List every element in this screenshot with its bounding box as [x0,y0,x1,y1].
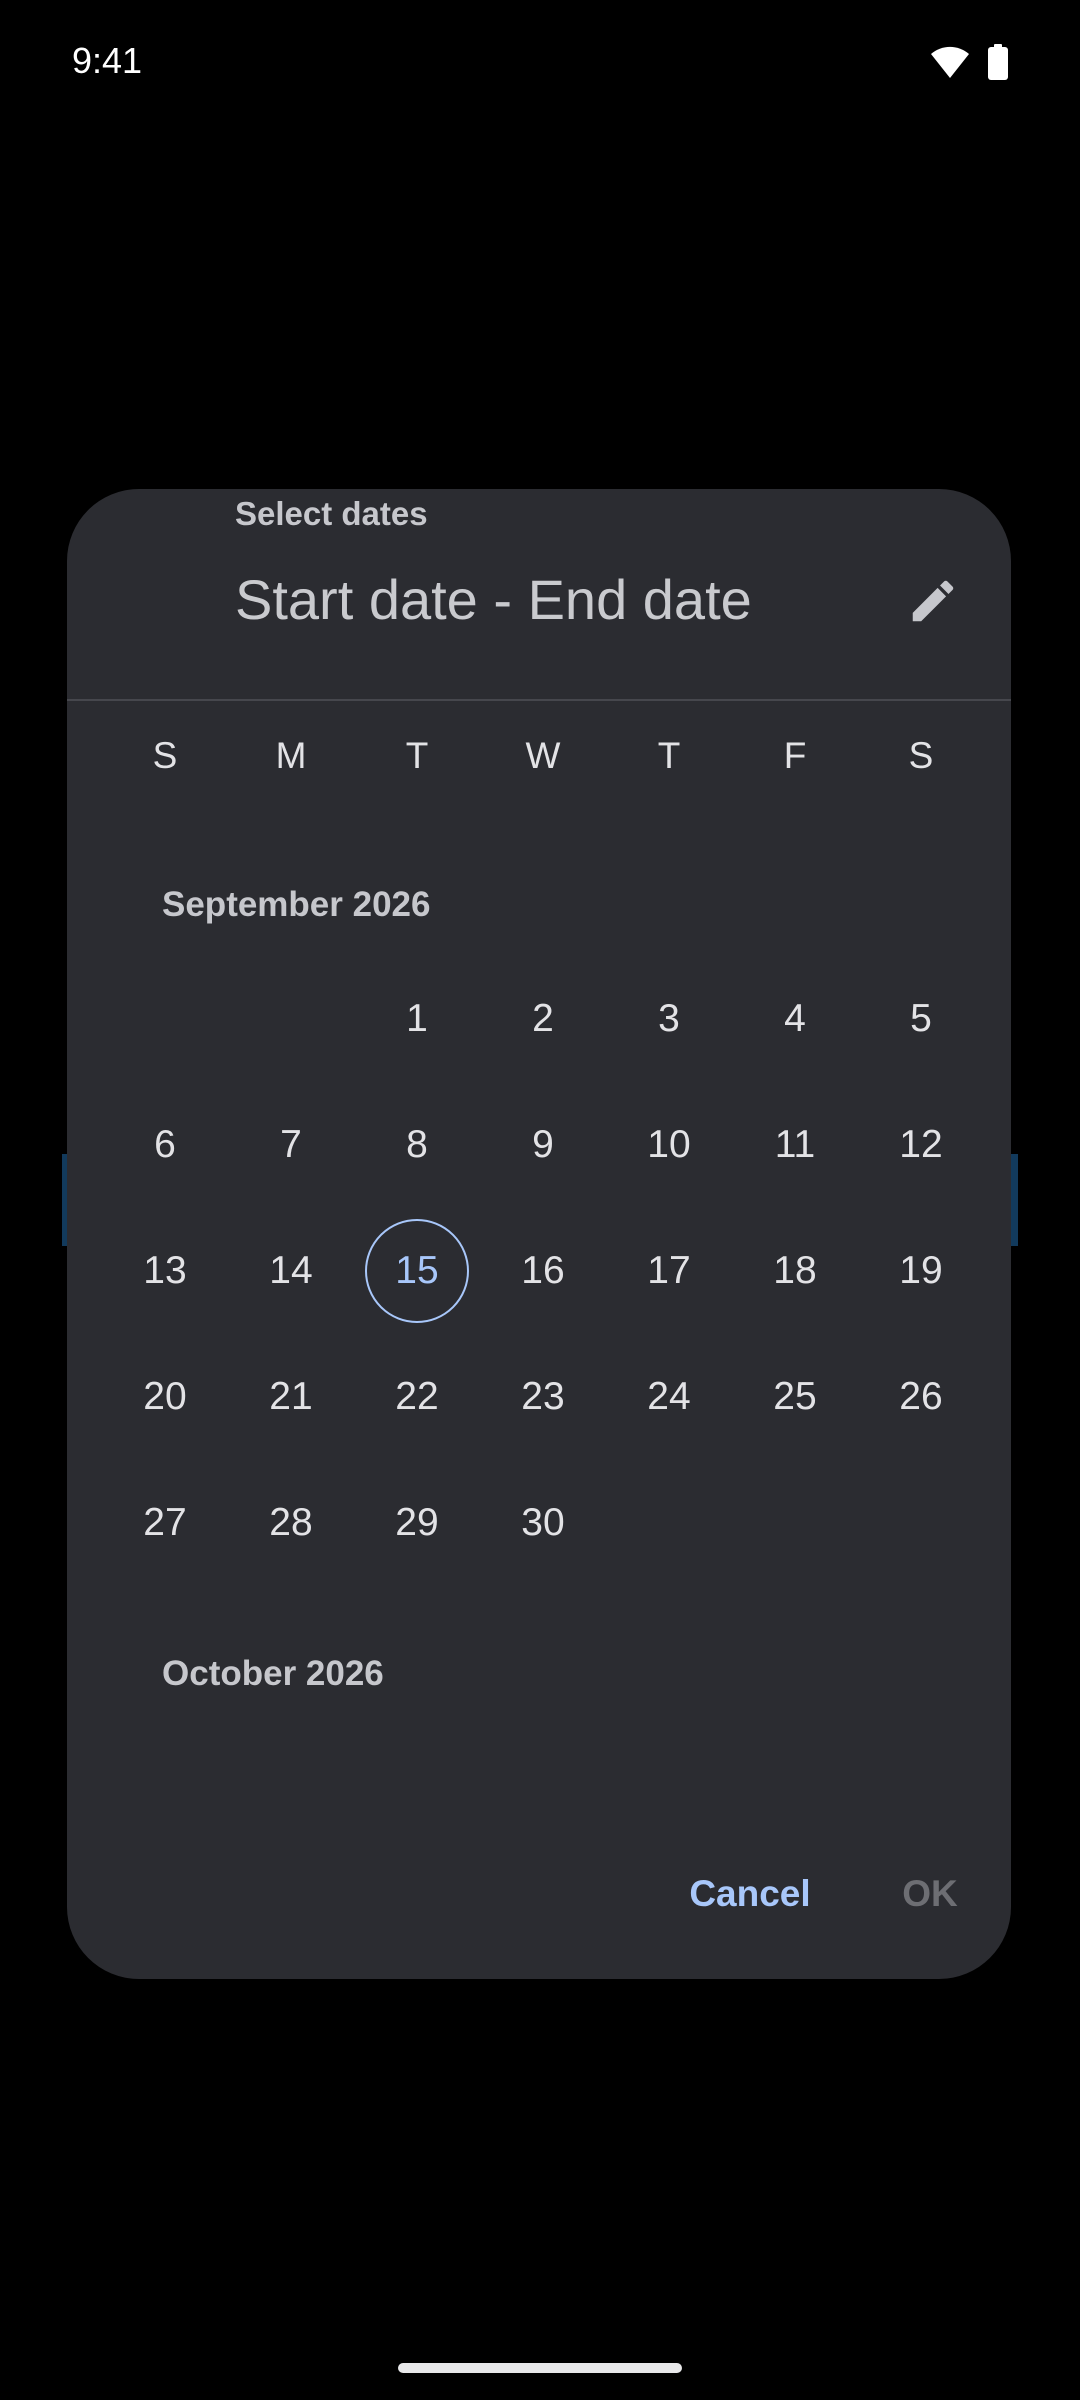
status-bar: 9:41 [0,0,1080,130]
day-cell[interactable]: 22 [365,1345,469,1449]
status-icons [930,44,1008,80]
day-cell[interactable]: 14 [239,1219,343,1323]
date-range-picker-dialog: Select dates Start date - End date S M T… [67,489,1011,1979]
day-cell[interactable]: 24 [617,1345,721,1449]
weekday-header: S M T W T F S [102,721,982,791]
weekday-label: F [783,735,807,776]
day-cell[interactable]: 5 [869,967,973,1071]
status-time: 9:41 [72,40,143,81]
day-cell[interactable]: 6 [113,1093,217,1197]
day-cell[interactable]: 8 [365,1093,469,1197]
day-cell[interactable]: 16 [491,1219,595,1323]
weekday-label: M [275,735,307,776]
day-cell[interactable]: 18 [743,1219,847,1323]
dialog-actions: Cancel OK [67,1859,1011,1929]
day-cell[interactable]: 2 [491,967,595,1071]
weekday-label: T [405,735,429,776]
cancel-button[interactable]: Cancel [667,1859,833,1929]
background-edge [1010,1154,1018,1246]
day-cell[interactable]: 25 [743,1345,847,1449]
battery-icon [988,44,1008,80]
day-cell[interactable]: 17 [617,1219,721,1323]
day-cell[interactable]: 12 [869,1093,973,1197]
day-cell[interactable]: 21 [239,1345,343,1449]
home-indicator[interactable] [398,2363,682,2373]
month-grid: 1 2 3 4 5 6 7 8 9 10 11 12 13 14 15 16 17 18 19 20 21 22 23 24 2… [102,997,982,1544]
day-cell[interactable]: 4 [743,967,847,1071]
selected-range-headline: Start date - End date [235,568,752,631]
month-label: September 2026 [162,885,431,924]
ok-button[interactable]: OK [877,1859,983,1929]
day-cell[interactable]: 28 [239,1471,343,1575]
day-cell[interactable]: 7 [239,1093,343,1197]
day-cell[interactable]: 30 [491,1471,595,1575]
month-label: October 2026 [162,1654,384,1693]
day-cell[interactable]: 23 [491,1345,595,1449]
day-cell[interactable]: 26 [869,1345,973,1449]
day-cell[interactable]: 27 [113,1471,217,1575]
day-cell[interactable]: 3 [617,967,721,1071]
weekday-label: S [152,735,178,776]
header-divider [67,699,1011,701]
dialog-title: Select dates [235,495,428,532]
day-cell[interactable]: 11 [743,1093,847,1197]
day-cell[interactable]: 1 [365,967,469,1071]
day-cell-today[interactable]: 15 [365,1219,469,1323]
pencil-icon [906,574,960,633]
wifi-icon [930,45,970,79]
weekday-label: S [908,735,934,776]
day-cell[interactable]: 13 [113,1219,217,1323]
weekday-label: W [525,735,561,776]
weekday-label: T [657,735,681,776]
day-cell[interactable]: 20 [113,1345,217,1449]
edit-input-mode-button[interactable] [885,555,981,651]
day-cell[interactable]: 9 [491,1093,595,1197]
day-cell[interactable]: 10 [617,1093,721,1197]
day-cell[interactable]: 29 [365,1471,469,1575]
day-cell[interactable]: 19 [869,1219,973,1323]
